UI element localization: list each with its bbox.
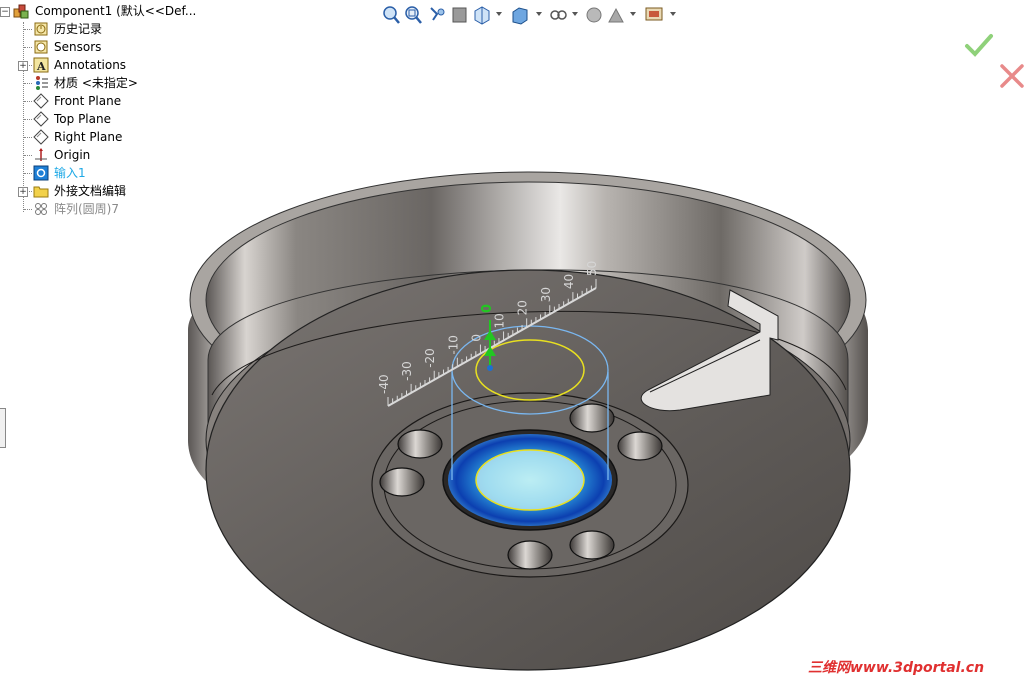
circular-pattern-icon — [35, 203, 47, 215]
component-icon — [13, 4, 29, 19]
view-orientation-icon[interactable] — [472, 4, 492, 26]
tree-item-label: Origin — [54, 148, 91, 162]
plane-icon — [33, 111, 49, 127]
tree-item-label: 历史记录 — [54, 22, 103, 36]
ruler-tick-label: -10 — [446, 335, 460, 355]
edit-appearance-icon[interactable] — [584, 4, 604, 26]
folder-icon — [33, 186, 49, 198]
chevron-down-icon[interactable] — [630, 12, 636, 16]
imported-body-icon — [33, 165, 49, 181]
tree-item[interactable]: Sensors — [0, 38, 240, 56]
material-icon — [36, 76, 48, 90]
tree-item-label: Annotations — [54, 58, 127, 72]
part-body[interactable] — [188, 171, 868, 671]
chevron-down-icon[interactable] — [496, 12, 502, 16]
ruler-tick-label: 40 — [562, 274, 576, 289]
section-view-icon[interactable] — [450, 4, 470, 26]
tree-item[interactable]: + A Annotations — [0, 56, 240, 74]
tree-item[interactable]: Right Plane — [0, 128, 240, 146]
tree-item[interactable]: Top Plane — [0, 110, 240, 128]
chevron-down-icon[interactable] — [536, 12, 542, 16]
panel-resize-handle[interactable] — [0, 408, 6, 448]
tree-item[interactable]: 阵列(圆周)7 — [0, 200, 240, 218]
tree-item[interactable]: Origin — [0, 146, 240, 164]
history-icon — [34, 22, 48, 36]
tree-item-label: Top Plane — [54, 112, 111, 126]
feature-manager-tree: − Component1 (默认<<Def... 历史记录 Sensors + A An… — [0, 2, 240, 218]
ok-button[interactable] — [964, 32, 994, 58]
tree-root-component[interactable]: − Component1 (默认<<Def... — [0, 2, 240, 20]
tree-item-label: Right Plane — [54, 130, 123, 144]
tree-item[interactable]: + 外接文档编辑 — [0, 182, 240, 200]
ruler-tick-label: 30 — [539, 287, 553, 302]
tree-item[interactable]: 历史记录 — [0, 20, 240, 38]
bolt-hole — [617, 431, 663, 461]
tree-item-label: 输入1 — [54, 166, 86, 180]
bolt-hole — [569, 530, 615, 560]
chevron-down-icon[interactable] — [670, 12, 676, 16]
apply-scene-icon[interactable] — [606, 4, 626, 26]
center-bore[interactable] — [442, 429, 618, 531]
plane-icon — [33, 93, 49, 109]
collapse-icon[interactable]: − — [0, 7, 10, 17]
tree-root-label: Component1 (默认<<Def... — [35, 4, 197, 18]
tree-item-label: 阵列(圆周)7 — [54, 202, 119, 216]
watermark: 三维网www.3dportal.cn — [808, 660, 985, 676]
sensors-icon — [34, 40, 48, 54]
tree-item[interactable]: 输入1 — [0, 164, 240, 182]
svg-text:A: A — [36, 60, 46, 73]
ruler-tick-label: -20 — [423, 348, 437, 368]
hide-show-items-icon[interactable] — [548, 4, 568, 26]
tree-item-label: Front Plane — [54, 94, 122, 108]
origin-icon — [35, 148, 47, 161]
expand-icon[interactable]: + — [18, 187, 28, 197]
ruler-tick-label: -40 — [377, 374, 391, 394]
expand-icon[interactable]: + — [18, 61, 28, 71]
tree-item[interactable]: Front Plane — [0, 92, 240, 110]
cancel-button[interactable] — [998, 62, 1026, 90]
bolt-hole — [507, 540, 553, 570]
plane-icon — [33, 129, 49, 145]
ruler-tick-label: 50 — [585, 261, 599, 276]
ruler-tick-label: 20 — [516, 300, 530, 315]
tree-item[interactable]: 材质 <未指定> — [0, 74, 240, 92]
ruler-tick-label: 0 — [469, 334, 483, 342]
ruler-value: 0 — [480, 304, 495, 313]
tree-item-label: 外接文档编辑 — [54, 184, 127, 198]
zoom-to-area-icon[interactable] — [404, 4, 424, 26]
tree-item-label: Sensors — [54, 40, 102, 54]
display-style-icon[interactable] — [510, 4, 530, 26]
ruler-tick-label: -30 — [400, 361, 414, 381]
zoom-to-fit-icon[interactable] — [382, 4, 402, 26]
bolt-hole — [397, 429, 443, 459]
annotations-icon: A — [33, 57, 49, 73]
bolt-hole — [379, 467, 425, 497]
previous-view-icon[interactable] — [428, 4, 448, 26]
tree-item-label: 材质 <未指定> — [54, 76, 138, 90]
chevron-down-icon[interactable] — [572, 12, 578, 16]
view-settings-icon[interactable] — [644, 4, 664, 26]
ruler-tick-label: 10 — [493, 313, 507, 328]
